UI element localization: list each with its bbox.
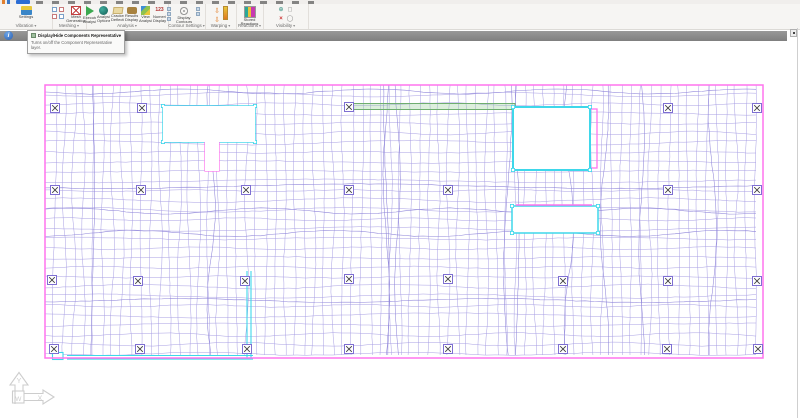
ribbon-group-visibility: ⊕ ◻ × ◯ Visibility▾ [263,4,309,29]
stored-reactions-icon [244,6,256,18]
add-visibility-icon[interactable]: ⊕ [277,6,285,14]
view-analysis-results-button[interactable]: View Analysis Results [139,5,152,24]
column-marker[interactable] [559,345,568,354]
cracked-deflection-icon [112,7,123,14]
tooltip-title: Display/Hide Components Representative [38,33,121,38]
ribbon-group-analysis: Execute Analysis Analysis Options Cracke… [86,4,169,29]
numerical-display-icon: 123 [154,6,166,15]
column-marker[interactable] [664,104,673,113]
column-marker[interactable] [754,345,763,354]
column-marker[interactable] [753,277,762,286]
dialog-launcher-icon[interactable]: ▾ [293,23,295,28]
dialog-launcher-icon[interactable]: ▾ [34,23,36,28]
column-marker[interactable] [753,186,762,195]
column-marker[interactable] [51,186,60,195]
column-marker[interactable] [345,186,354,195]
column-marker[interactable] [241,277,250,286]
dialog-launcher-icon[interactable]: ▾ [259,23,261,28]
column-marker[interactable] [136,345,145,354]
results-display-icon [127,7,137,14]
group-label-visibility: Visibility [276,23,292,28]
svg-text:X: X [38,396,43,403]
ellipse-visibility-icon[interactable]: ◯ [286,15,294,23]
warping-scale-icon[interactable] [223,6,228,20]
display-contours-button[interactable]: Display Contours [173,5,195,25]
mini-tool-icon[interactable] [196,7,200,11]
svg-text:W: W [15,396,22,403]
column-marker[interactable] [51,104,60,113]
column-marker[interactable] [345,275,354,284]
tooltip: Display/Hide Components Representative T… [27,30,125,54]
column-marker[interactable] [559,277,568,286]
analysis-results-gradient-icon [141,6,150,15]
column-marker[interactable] [663,345,672,354]
column-marker[interactable] [137,186,146,195]
column-marker[interactable] [138,104,147,113]
collapse-bar-button[interactable] [790,29,797,37]
analysis-options-button[interactable]: Analysis Options [97,5,110,24]
mesh-tool-icon[interactable] [59,7,64,12]
column-marker[interactable] [50,345,59,354]
column-marker[interactable] [664,186,673,195]
remove-visibility-icon[interactable]: × [277,15,285,23]
group-label-contour-settings: Contour Settings [168,23,202,28]
opening-top-right[interactable] [511,105,597,171]
ribbon: Settings Vibration▾ Mesh Generation Mesh… [0,4,800,30]
column-marker[interactable] [345,345,354,354]
meshing-tools-cluster[interactable] [52,7,65,20]
square-visibility-icon[interactable]: ◻ [286,6,294,14]
group-label-reactions: Reactions [238,23,258,28]
beam[interactable] [350,104,515,110]
column-marker[interactable] [664,277,673,286]
results-display-settings-button[interactable]: Results Display Settings [125,5,138,23]
dialog-launcher-icon[interactable]: ▾ [135,23,137,28]
fem-mesh [45,85,757,356]
mesh-tool-icon[interactable] [59,14,64,19]
contours-icon [179,6,189,16]
execute-analysis-button[interactable]: Execute Analysis [83,5,96,25]
ribbon-group-warping: ⇩ ⇩ Warping▾ [205,4,237,29]
ribbon-group-meshing: Mesh Generation Meshing▾ [52,4,87,29]
mesh-tool-icon[interactable] [52,7,57,12]
ribbon-group-contour-settings: Display Contours Contour Settings▾ [168,4,206,29]
tooltip-description: Turns on/off the Component Representativ… [31,40,119,50]
column-marker[interactable] [242,186,251,195]
collapse-glyph [793,32,795,34]
group-label-analysis: Analysis [117,23,134,28]
dialog-launcher-icon[interactable]: ▾ [77,23,79,28]
play-icon [86,6,94,16]
vibration-settings-button[interactable]: Settings [16,5,36,24]
column-marker[interactable] [345,103,354,112]
warp-down-arrow-icon[interactable]: ⇩ [213,8,221,16]
ucs-axis-icon: Y W X [10,373,54,405]
group-label-meshing: Meshing [59,23,76,28]
column-marker[interactable] [48,276,57,285]
window-right-border [797,28,798,418]
mesh-generation-icon [71,6,81,15]
column-marker[interactable] [753,104,762,113]
visibility-buttons[interactable]: ⊕ ◻ × ◯ [277,6,294,23]
drawing-canvas[interactable]: Y W X [0,0,800,418]
contour-mini-buttons[interactable] [196,7,200,16]
vibration-settings-icon [21,6,32,15]
column-marker[interactable] [444,186,453,195]
opening-mid-right[interactable] [510,204,599,234]
info-icon[interactable]: i [4,31,13,40]
group-label-warping: Warping [211,23,228,28]
mesh-tool-icon[interactable] [52,14,57,19]
column-marker[interactable] [444,275,453,284]
column-marker[interactable] [134,277,143,286]
column-marker[interactable] [243,345,252,354]
group-label-vibration: Vibration [16,23,34,28]
mini-tool-icon[interactable] [196,12,200,16]
numerical-display-button[interactable]: 123 Numerical Display [153,5,166,24]
column-marker[interactable] [444,345,453,354]
svg-text:Y: Y [17,378,22,385]
ribbon-group-reactions: Stored Reactions Reactions▾ [236,4,264,29]
tooltip-command-icon [31,33,36,38]
options-globe-icon [99,6,108,15]
ribbon-group-vibration: Settings Vibration▾ [0,4,53,29]
dialog-launcher-icon[interactable]: ▾ [228,23,230,28]
cracked-deflection-button[interactable]: Cracked Deflection [111,5,124,23]
